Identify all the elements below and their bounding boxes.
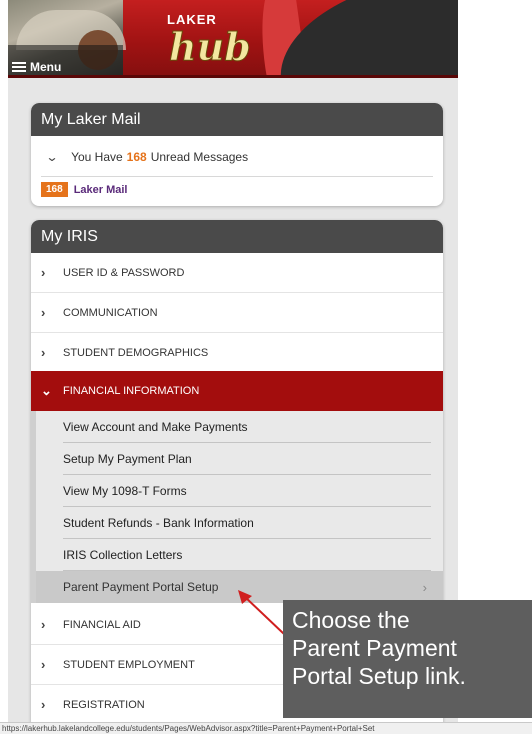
- hamburger-icon: [12, 62, 26, 72]
- menu-item-user-id-password[interactable]: › USER ID & PASSWORD: [31, 253, 443, 293]
- callout-line-3: Portal Setup link.: [292, 663, 466, 689]
- chevron-right-icon: ›: [41, 345, 46, 360]
- divider: [41, 176, 433, 177]
- menu-label: Menu: [30, 60, 62, 74]
- chevron-right-icon: ›: [41, 697, 46, 712]
- laker-mail-link-row[interactable]: 168 Laker Mail: [41, 182, 128, 197]
- menu-item-label: FINANCIAL AID: [63, 618, 141, 631]
- submenu-label: IRIS Collection Letters: [63, 548, 183, 562]
- menu-item-label: STUDENT EMPLOYMENT: [63, 658, 195, 671]
- menu-item-label: FINANCIAL INFORMATION: [63, 385, 200, 397]
- laker-hub-logo[interactable]: LAKER hub: [153, 12, 273, 72]
- laker-mail-link[interactable]: Laker Mail: [74, 184, 128, 196]
- unread-suffix: Unread Messages: [150, 150, 249, 164]
- submenu-label: View My 1098-T Forms: [63, 484, 187, 498]
- chevron-right-icon: ›: [422, 579, 427, 595]
- submenu-label: Student Refunds - Bank Information: [63, 516, 254, 530]
- status-bar-url: https://lakerhub.lakelandcollege.edu/stu…: [0, 722, 532, 734]
- submenu-label: View Account and Make Payments: [63, 420, 248, 434]
- laker-mail-panel: My Laker Mail ⌄ You Have 168 Unread Mess…: [31, 103, 443, 206]
- menu-item-student-demographics[interactable]: › STUDENT DEMOGRAPHICS: [31, 333, 443, 373]
- chevron-right-icon: ›: [41, 265, 46, 280]
- callout-arrow-icon: [238, 590, 285, 635]
- chevron-right-icon: ›: [41, 305, 46, 320]
- unread-prefix: You Have: [71, 150, 123, 164]
- menu-item-label: STUDENT DEMOGRAPHICS: [63, 346, 209, 359]
- my-iris-title: My IRIS: [31, 220, 443, 253]
- unread-badge: 168: [41, 182, 68, 197]
- menu-item-financial-information[interactable]: ⌄ FINANCIAL INFORMATION: [31, 371, 443, 411]
- menu-button[interactable]: Menu: [12, 60, 61, 74]
- unread-messages-toggle[interactable]: ⌄ You Have 168 Unread Messages: [45, 150, 249, 164]
- menu-item-label: REGISTRATION: [63, 698, 145, 711]
- menu-item-communication[interactable]: › COMMUNICATION: [31, 293, 443, 333]
- header-banner: LAKER hub Menu: [8, 0, 458, 78]
- callout-line-2: Parent Payment: [292, 635, 457, 661]
- menu-item-label: USER ID & PASSWORD: [63, 266, 185, 279]
- submenu-payment-plan[interactable]: Setup My Payment Plan: [31, 443, 443, 475]
- submenu-view-account[interactable]: View Account and Make Payments: [31, 411, 443, 443]
- chevron-down-icon: ⌄: [41, 383, 52, 398]
- submenu-collection-letters[interactable]: IRIS Collection Letters: [31, 539, 443, 571]
- laker-mail-title: My Laker Mail: [31, 103, 443, 136]
- logo-hub-text: hub: [169, 24, 252, 70]
- chevron-down-icon: ⌄: [45, 150, 59, 164]
- callout-line-1: Choose the: [292, 607, 410, 633]
- chevron-right-icon: ›: [41, 657, 46, 672]
- menu-item-label: COMMUNICATION: [63, 306, 158, 319]
- chevron-right-icon: ›: [41, 617, 46, 632]
- submenu-student-refunds[interactable]: Student Refunds - Bank Information: [31, 507, 443, 539]
- submenu-1098t-forms[interactable]: View My 1098-T Forms: [31, 475, 443, 507]
- unread-count: 168: [126, 150, 147, 164]
- submenu-label: Setup My Payment Plan: [63, 452, 192, 466]
- instruction-callout: Choose the Parent Payment Portal Setup l…: [283, 600, 532, 718]
- submenu-label: Parent Payment Portal Setup: [63, 580, 219, 594]
